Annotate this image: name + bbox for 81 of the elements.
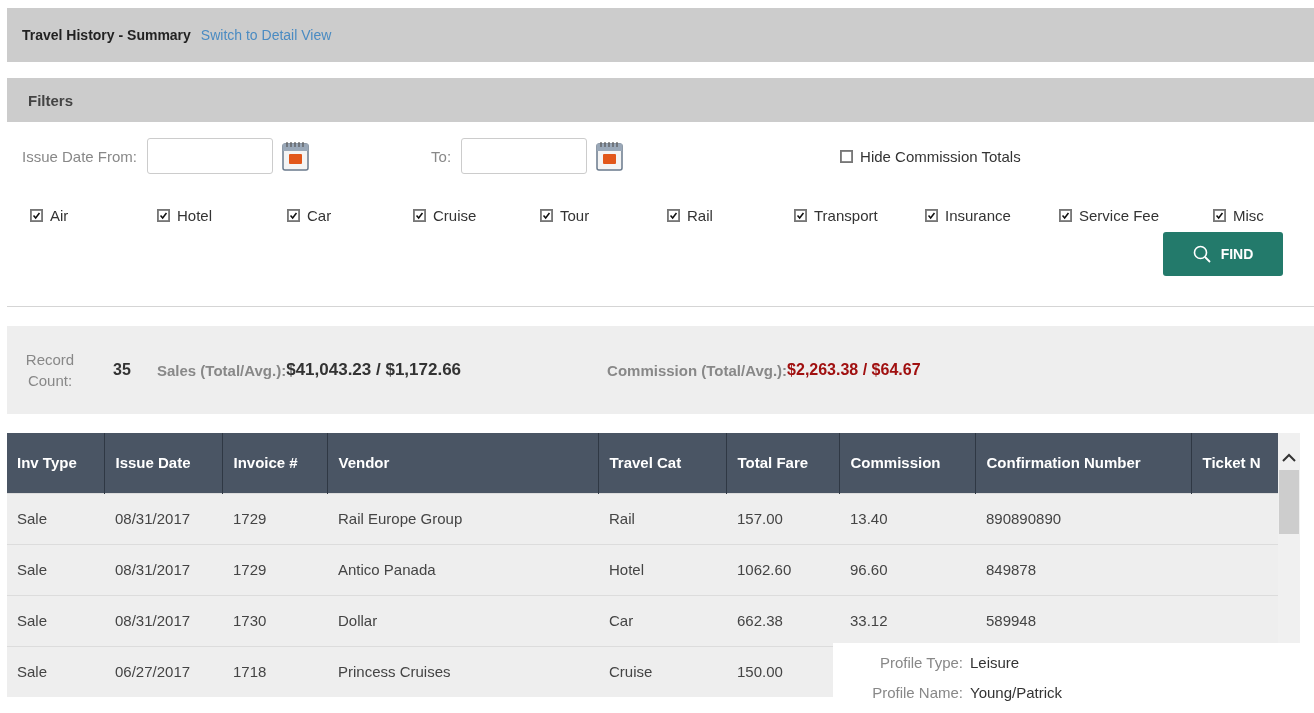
- date-to-label: To:: [431, 147, 452, 165]
- calendar-icon[interactable]: [281, 140, 312, 172]
- table-cell: Car: [598, 595, 726, 646]
- table-cell: Sale: [7, 595, 104, 646]
- checkbox[interactable]: [540, 208, 553, 222]
- checkbox-label: Misc: [1233, 206, 1264, 224]
- table-cell: 589948: [975, 595, 1191, 646]
- checkbox-label: Hotel: [177, 206, 213, 224]
- column-header[interactable]: Issue Date: [104, 433, 222, 493]
- table-cell: Hotel: [598, 544, 726, 595]
- scrollbar-thumb[interactable]: [1279, 470, 1299, 534]
- checkbox-label: Hide Commission Totals: [860, 147, 1021, 165]
- table-cell: 06/27/2017: [104, 646, 222, 697]
- checkbox[interactable]: [667, 208, 680, 222]
- table-cell: Rail Europe Group: [327, 493, 598, 544]
- column-header[interactable]: Travel Cat: [598, 433, 726, 493]
- checkbox[interactable]: [840, 149, 854, 163]
- calendar-icon[interactable]: [595, 140, 626, 172]
- checkbox[interactable]: [287, 208, 300, 222]
- table-cell: Rail: [598, 493, 726, 544]
- filters-title: Filters: [28, 91, 73, 109]
- column-header[interactable]: Inv Type: [7, 433, 104, 493]
- checkbox[interactable]: [925, 208, 938, 222]
- table-cell: 890890890: [975, 493, 1191, 544]
- table-cell: 1062.60: [726, 544, 839, 595]
- table-cell: 157.00: [726, 493, 839, 544]
- search-icon: [1192, 245, 1211, 263]
- checkbox-label: Air: [50, 206, 69, 224]
- table-cell: 1729: [222, 544, 327, 595]
- record-count-label: Record Count:: [24, 350, 76, 391]
- column-header[interactable]: Ticket N: [1191, 433, 1278, 493]
- table-cell: 96.60: [839, 544, 975, 595]
- column-header[interactable]: Commission: [839, 433, 975, 493]
- table-cell: 1718: [222, 646, 327, 697]
- column-header[interactable]: Vendor: [327, 433, 598, 493]
- table-cell: Sale: [7, 646, 104, 697]
- checkbox-label: Insurance: [945, 206, 1011, 224]
- page-title: Travel History - Summary: [22, 27, 191, 43]
- checkbox[interactable]: [794, 208, 807, 222]
- sales-value: $41,043.23 / $1,172.66: [286, 360, 462, 380]
- column-header[interactable]: Total Fare: [726, 433, 839, 493]
- table-cell: 662.38: [726, 595, 839, 646]
- checkbox-label: Rail: [687, 206, 713, 224]
- checkbox[interactable]: [157, 208, 170, 222]
- record-count: 35: [113, 361, 132, 379]
- checkbox-label: Service Fee: [1079, 206, 1160, 224]
- checkbox[interactable]: [1213, 208, 1226, 222]
- table-cell: 08/31/2017: [104, 595, 222, 646]
- checkbox[interactable]: [1059, 208, 1072, 222]
- table-cell: Sale: [7, 493, 104, 544]
- find-button[interactable]: FIND: [1163, 232, 1283, 276]
- table-cell: Sale: [7, 544, 104, 595]
- table-cell: Princess Cruises: [327, 646, 598, 697]
- checkbox-label: Transport: [814, 206, 878, 224]
- commission-label: Commission (Total/Avg.):: [607, 361, 788, 379]
- checkbox[interactable]: [30, 208, 43, 222]
- sales-label: Sales (Total/Avg.):: [157, 361, 287, 379]
- checkbox-label: Cruise: [433, 206, 477, 224]
- table-cell: 13.40: [839, 493, 975, 544]
- table-cell: 33.12: [839, 595, 975, 646]
- table-cell: 08/31/2017: [104, 544, 222, 595]
- tooltip-label: Profile Type:: [878, 653, 963, 671]
- table-cell: Dollar: [327, 595, 598, 646]
- table-cell: Cruise: [598, 646, 726, 697]
- table-cell: Antico Panada: [327, 544, 598, 595]
- tooltip-value: Young/Patrick: [970, 683, 1063, 701]
- date-from-field[interactable]: [147, 138, 274, 174]
- table-cell: 849878: [975, 544, 1191, 595]
- checkbox-label: Tour: [560, 206, 590, 224]
- table-cell: 08/31/2017: [104, 493, 222, 544]
- column-header[interactable]: Invoice #: [222, 433, 327, 493]
- tooltip-value: Leisure: [970, 653, 1021, 671]
- tooltip-label: Profile Name:: [871, 683, 963, 701]
- table-cell: 1729: [222, 493, 327, 544]
- checkbox-label: Car: [307, 206, 332, 224]
- checkbox[interactable]: [413, 208, 426, 222]
- date-to-field[interactable]: [461, 138, 588, 174]
- table-cell: 1730: [222, 595, 327, 646]
- commission-value: $2,263.38 / $64.67: [787, 361, 921, 378]
- column-header[interactable]: Confirmation Number: [975, 433, 1191, 493]
- date-from-label: Issue Date From:: [22, 147, 138, 165]
